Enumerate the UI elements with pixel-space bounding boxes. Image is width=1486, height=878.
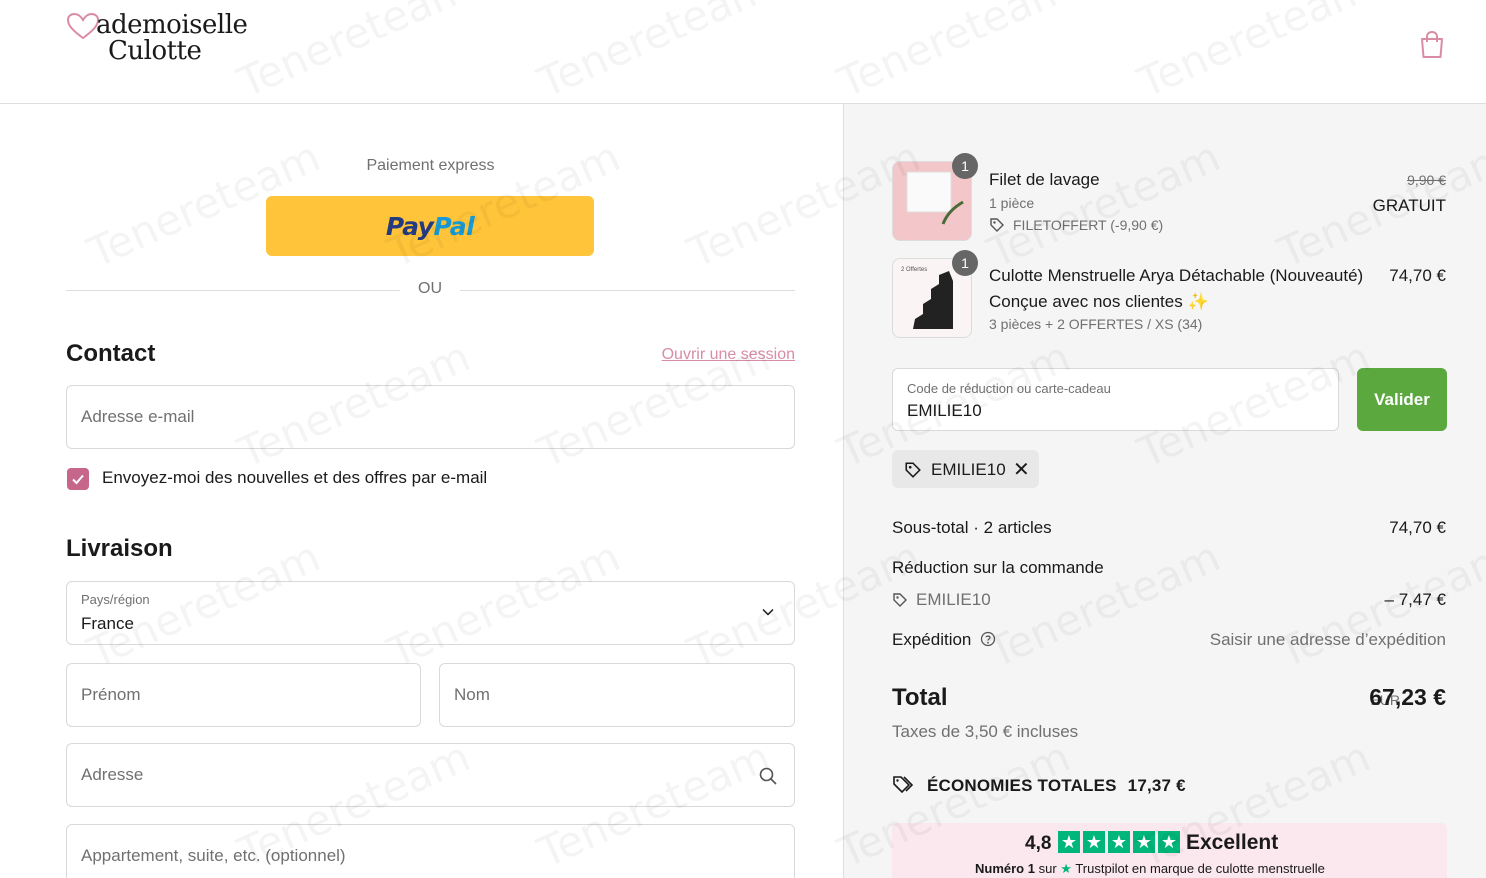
chevron-down-icon (762, 608, 774, 616)
order-discount-label: Réduction sur la commande (892, 558, 1104, 577)
search-icon[interactable] (758, 766, 778, 786)
tags-icon (893, 776, 914, 794)
tax-note: Taxes de 3,50 € incluses (892, 722, 1079, 741)
heart-logo-icon (66, 12, 100, 40)
item-meta-filet: 1 pièce (989, 195, 1035, 211)
checkout-form: Paiement express PayPal OU Contact Ouvri… (0, 104, 843, 878)
express-payment-label: Paiement express (366, 157, 495, 174)
star-icon: ★ (1108, 831, 1130, 853)
item-discount-filet: FILETOFFERT (-9,90 €) (1013, 217, 1164, 233)
subtotal-value: 74,70 € (1389, 518, 1446, 537)
discount-code-value: EMILIE10 (907, 401, 982, 420)
order-summary: 1 Filet de lavage 1 pièce FILETOFFERT (-… (843, 104, 1486, 878)
apartment-field[interactable]: Appartement, suite, etc. (optionnel) (66, 824, 795, 878)
country-label: Pays/région (81, 592, 150, 607)
item-price-filet: GRATUIT (1372, 196, 1446, 215)
applied-discount-chip: EMILIE10 ✕ (892, 450, 1039, 488)
sparkle-icon: ✨ (1187, 292, 1209, 311)
savings-label: ÉCONOMIES TOTALES (926, 776, 1117, 795)
total-savings: ÉCONOMIES TOTALES 17,37 € (892, 774, 1186, 796)
paypal-button[interactable]: PayPal (266, 196, 594, 256)
delivery-title: Livraison (66, 535, 173, 562)
total-label: Total (892, 684, 948, 711)
first-name-placeholder: Prénom (81, 685, 141, 704)
address-placeholder: Adresse (81, 765, 144, 784)
email-placeholder: Adresse e-mail (81, 407, 195, 426)
product-thumbnail-filet: 1 (892, 153, 978, 241)
shipping-value: Saisir une adresse d’expédition (1209, 630, 1446, 649)
last-name-placeholder: Nom (454, 685, 490, 704)
discount-code-field[interactable]: Code de réduction ou carte-cadeau EMILIE… (892, 368, 1339, 431)
order-discount-value: – 7,47 € (1384, 590, 1446, 609)
brand-logo[interactable]: ademoiselle Culotte (66, 10, 266, 70)
order-discount-code: EMILIE10 (916, 590, 991, 609)
svg-text:2 Offertes: 2 Offertes (901, 267, 927, 273)
address-field[interactable]: Adresse (66, 743, 795, 807)
star-icon: ★ (1133, 831, 1155, 853)
quantity-badge: 1 (952, 250, 978, 276)
header: ademoiselle Culotte (0, 0, 1486, 104)
item-price-culotte: 74,70 € (1389, 266, 1446, 285)
quantity-badge: 1 (952, 153, 978, 179)
email-field[interactable]: Adresse e-mail (66, 385, 795, 449)
tag-icon (905, 462, 921, 478)
total-value: 67,23 € (1369, 684, 1446, 710)
last-name-field[interactable]: Nom (439, 663, 795, 727)
tag-icon (893, 593, 907, 607)
divider-right (460, 290, 795, 291)
checkmark-icon (72, 474, 84, 485)
item-original-price-filet: 9,90 € (1407, 172, 1446, 188)
help-icon[interactable] (980, 631, 996, 647)
trustpilot-subtitle: Numéro 1 sur ★ Trustpilot en marque de c… (975, 861, 1325, 876)
country-select[interactable]: Pays/région France (66, 581, 795, 645)
trustpilot-star-icon: ★ (1060, 861, 1072, 876)
applied-discount-code: EMILIE10 (931, 460, 1006, 479)
savings-value: 17,37 € (1127, 776, 1186, 795)
divider-left (66, 290, 400, 291)
or-separator: OU (418, 280, 442, 297)
trustpilot-verdict: Excellent (1186, 831, 1279, 854)
apply-discount-button[interactable]: Valider (1357, 368, 1447, 431)
login-link[interactable]: Ouvrir une session (662, 346, 795, 364)
shipping-label: Expédition (892, 630, 972, 649)
newsletter-checkbox[interactable] (67, 468, 89, 490)
star-icon: ★ (1158, 831, 1180, 853)
shopping-bag-icon[interactable] (1418, 30, 1446, 60)
country-value: France (81, 614, 134, 633)
trustpilot-banner[interactable]: 4,8 ★ ★ ★ ★ ★ Excellent Numéro 1 sur ★ T… (892, 823, 1447, 878)
item-name-culotte: Culotte Menstruelle Arya Détachable (Nou… (989, 266, 1364, 285)
newsletter-label: Envoyez-moi des nouvelles et des offres … (102, 468, 488, 487)
paypal-logo: PayPal (385, 211, 475, 241)
first-name-field[interactable]: Prénom (66, 663, 421, 727)
contact-title: Contact (66, 340, 156, 367)
trustpilot-rating: 4,8 (1025, 833, 1052, 854)
star-icon: ★ (1058, 831, 1080, 853)
tag-icon (990, 218, 1004, 232)
item-subtitle-culotte: Conçue avec nos clientes ✨ (989, 292, 1209, 311)
trustpilot-stars: ★ ★ ★ ★ ★ (1058, 831, 1180, 853)
item-name-filet: Filet de lavage (989, 170, 1100, 189)
remove-discount-icon[interactable]: ✕ (1013, 457, 1030, 482)
apartment-placeholder: Appartement, suite, etc. (optionnel) (81, 846, 346, 865)
item-meta-culotte: 3 pièces + 2 OFFERTES / XS (34) (989, 316, 1203, 332)
star-icon: ★ (1083, 831, 1105, 853)
logo-text-line2: Culotte (108, 36, 202, 66)
product-thumbnail-culotte: 2 Offertes 1 (892, 250, 978, 338)
discount-code-label: Code de réduction ou carte-cadeau (907, 381, 1111, 396)
subtotal-label: Sous-total · 2 articles (892, 518, 1052, 537)
